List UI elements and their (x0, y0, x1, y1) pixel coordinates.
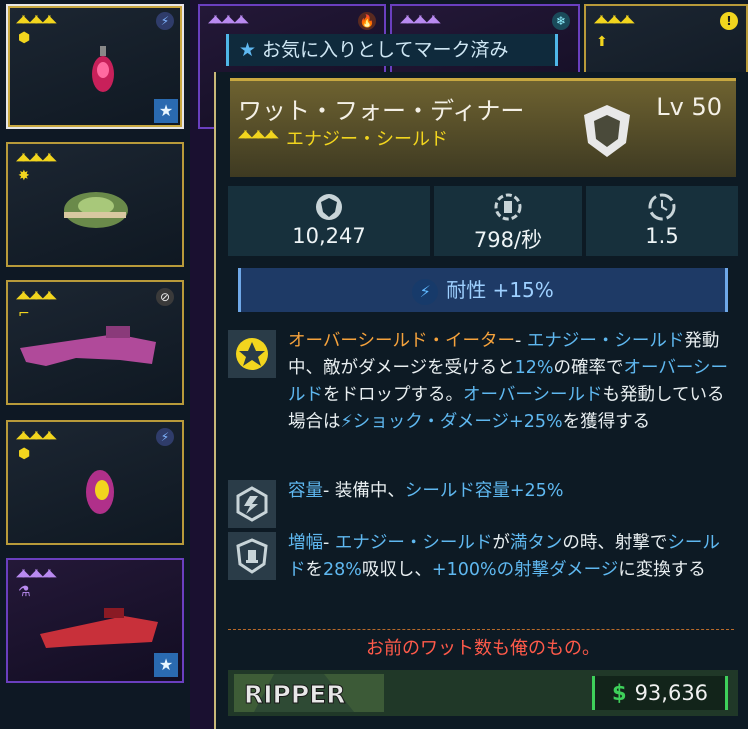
weapon-item-icon (20, 326, 156, 366)
resistance-text: 耐性 +15% (446, 278, 554, 302)
perk-text-segment: エナジー・シールド (334, 533, 493, 553)
favorite-label: お気に入りとしてマーク済み (262, 39, 509, 61)
perk-text-segment: シールド容量+25% (404, 481, 564, 501)
perk-text-segment: - (323, 533, 335, 553)
shock-element-icon: ⚡ (156, 428, 174, 446)
shield-type-icon (584, 105, 630, 157)
perk-description: 容量- 装備中、シールド容量+25% (288, 478, 736, 505)
perk-description: オーバーシールド・イーター- エナジー・シールド発動中、敵がダメージを受けると1… (288, 328, 736, 436)
rarity-chevrons: ◢◣◢◣◢◣ (594, 12, 635, 25)
inventory-slot[interactable]: ◢◣◢◣◢◣ ⚗ ★ (6, 558, 184, 683)
perk-text-segment: に変換する (618, 560, 706, 580)
flavor-text: お前のワット数も俺のもの。 (366, 638, 600, 659)
rarity-chevrons: ◢◣◢◣◢◣ (238, 127, 279, 140)
alert-icon: ! (720, 12, 738, 30)
item-type-icon: ⬆ (596, 34, 608, 50)
stat-recharge-delay: 1.5 (586, 186, 738, 256)
price-value: 93,636 (634, 681, 709, 705)
perk-text-segment: - (514, 331, 527, 351)
overshield-eater-icon (228, 330, 276, 378)
favorite-banner: ★ お気に入りとしてマーク済み (226, 34, 558, 66)
stat-value: 1.5 (645, 224, 679, 248)
perk-text-segment: を獲得する (562, 412, 651, 432)
perk-text-segment: 12% (514, 358, 554, 378)
stat-value: 798/秒 (473, 228, 543, 252)
amp-icon (228, 532, 276, 580)
dollar-icon: $ (611, 681, 627, 705)
perk-text-segment: +100%の射撃ダメージ (431, 560, 619, 580)
perk-text-segment: 増幅 (288, 533, 323, 553)
ripper-manufacturer-logo: RIPPER (234, 674, 384, 712)
inventory-slot[interactable]: ◢◣◢◣◢◣ ⚡ ⬢ ★ (6, 4, 184, 129)
divider (228, 629, 734, 631)
perk-text-segment: 吸収し、 (361, 560, 432, 580)
rarity-chevrons: ◢◣◢◣◢◣ (400, 12, 441, 25)
perk-text-segment: 満タン (509, 533, 563, 553)
star-icon: ★ (239, 39, 257, 61)
cryo-element-icon: ❄ (552, 12, 570, 30)
perk-text-segment: をドロップする。 (323, 385, 463, 405)
shield-item-icon (92, 46, 114, 92)
shock-element-icon: ⚡ (156, 12, 174, 30)
rarity-chevrons: ◢◣◢◣◢◣ (208, 12, 249, 25)
shield-type-icon: ⬢ (18, 30, 31, 46)
svg-text:RIPPER: RIPPER (244, 680, 346, 709)
favorite-star-icon: ★ (154, 653, 178, 677)
shield-item-icon (86, 470, 114, 514)
shock-element-icon: ⚡ (412, 278, 439, 305)
stat-value: 10,247 (292, 224, 366, 248)
inventory-slot[interactable]: ◢◣◢◣◢◣ ⊘ ⌐ (6, 280, 184, 405)
manufacturer-icon: ⊘ (156, 288, 174, 306)
resistance-bar: ⚡ 耐性 +15% (238, 268, 728, 312)
perk-text-segment: が (492, 533, 510, 553)
tooltip-footer: RIPPER $93,636 (228, 670, 738, 716)
perk-text-segment: 容量 (288, 481, 323, 501)
fire-element-icon: 🔥 (358, 12, 376, 30)
perk-text-segment: - 装備中、 (323, 481, 405, 501)
perk-text-segment: の時、射撃で (562, 533, 668, 553)
perk-text-segment: 28% (323, 560, 362, 580)
shield-type-icon: ⬢ (18, 446, 31, 462)
grenade-type-icon: ✸ (18, 168, 30, 184)
weapon-item-icon (40, 608, 158, 648)
inventory-slot[interactable]: ◢◣◢◣◢◣ ⚡ ⬢ (6, 420, 184, 545)
item-level: Lv 50 (656, 93, 722, 121)
perk-text-segment: の確率で (553, 358, 624, 378)
perk-text-segment: を (305, 560, 324, 580)
tooltip-header: ワット・フォー・ディナー Lv 50 ◢◣◢◣◢◣ エナジー・シールド (230, 78, 736, 177)
shield-capacity-icon (316, 194, 342, 220)
favorite-star-icon: ★ (154, 99, 178, 123)
item-name: ワット・フォー・ディナー (238, 97, 525, 125)
stat-capacity: 10,247 (228, 186, 430, 256)
recharge-rate-icon (494, 193, 522, 221)
inventory-slot[interactable]: ◢◣◢◣◢◣ ✸ (6, 142, 184, 267)
stat-recharge-rate: 798/秒 (434, 186, 582, 256)
weapon-type-icon: ⚗ (18, 584, 31, 600)
rarity-chevrons: ◢◣◢◣◢◣ (16, 428, 57, 441)
perk-text-segment: エナジー・シールド (526, 331, 685, 351)
perk-text-segment: オーバーシールド (463, 385, 603, 405)
rarity-chevrons: ◢◣◢◣◢◣ (16, 288, 57, 301)
item-type: エナジー・シールド (286, 129, 448, 150)
rarity-chevrons: ◢◣◢◣◢◣ (16, 566, 57, 579)
perk-text-segment: オーバーシールド・イーター (288, 331, 515, 351)
perk-description: 増幅- エナジー・シールドが満タンの時、射撃でシールドを28%吸収し、+100%… (288, 530, 736, 584)
perk-text-segment: ⚡ショック・ダメージ+25% (340, 412, 563, 432)
recharge-delay-icon (648, 193, 676, 221)
item-tooltip: ワット・フォー・ディナー Lv 50 ◢◣◢◣◢◣ エナジー・シールド 10,2… (214, 72, 748, 729)
sell-price: $93,636 (592, 676, 728, 710)
capacity-icon (228, 480, 276, 528)
rarity-chevrons: ◢◣◢◣◢◣ (16, 12, 57, 25)
rarity-chevrons: ◢◣◢◣◢◣ (16, 150, 57, 163)
grenade-item-icon (64, 192, 128, 228)
